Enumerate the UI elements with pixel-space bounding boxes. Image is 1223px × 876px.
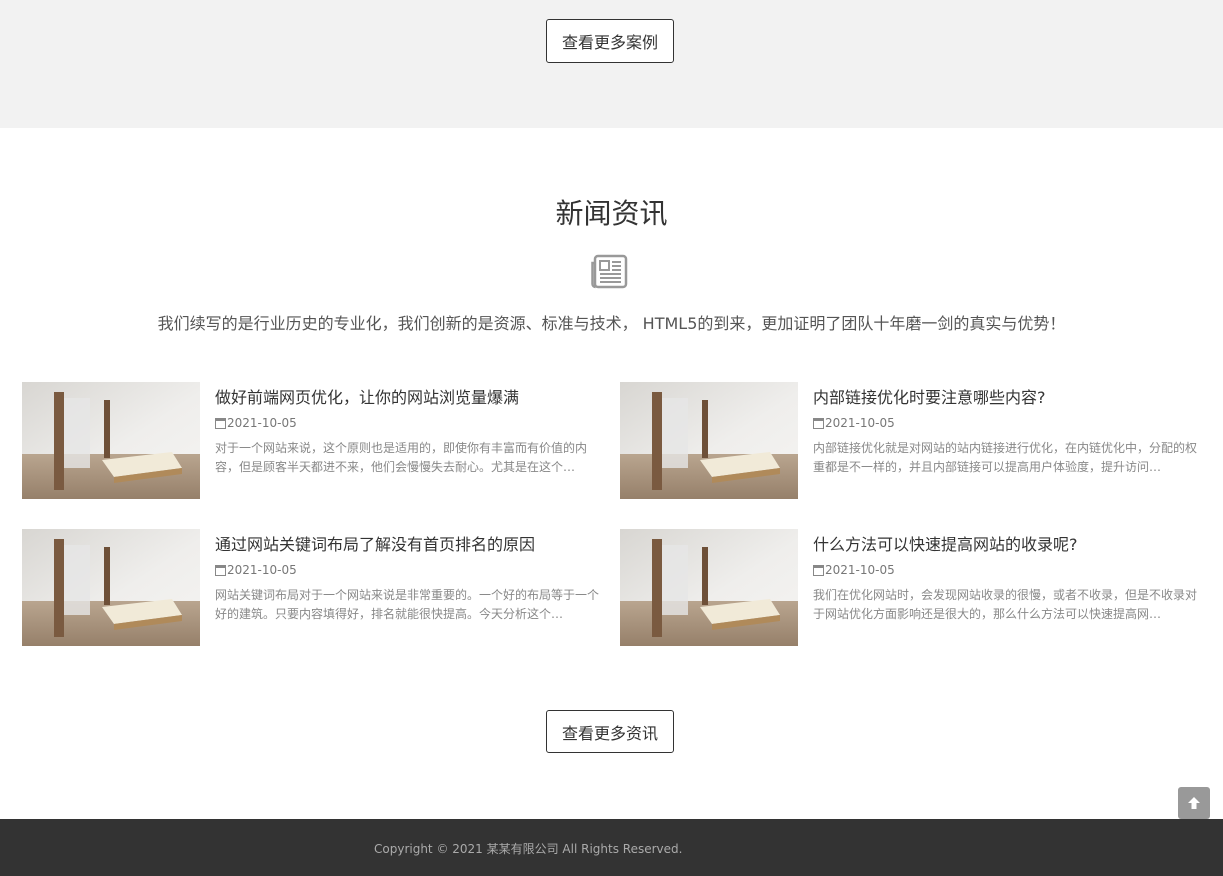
news-item-date: 2021-10-05 bbox=[215, 563, 297, 577]
news-item-title[interactable]: 做好前端网页优化，让你的网站浏览量爆满 bbox=[215, 384, 605, 408]
news-item-date: 2021-10-05 bbox=[813, 563, 895, 577]
news-section-title: 新闻资讯 bbox=[555, 197, 668, 230]
newspaper-icon bbox=[591, 254, 628, 289]
news-item[interactable]: 通过网站关键词布局了解没有首页排名的原因 2021-10-05 网站关键词布局对… bbox=[22, 529, 612, 647]
cases-section: 查看更多案例 bbox=[0, 0, 1223, 128]
calendar-icon bbox=[215, 564, 226, 576]
calendar-icon bbox=[813, 564, 824, 576]
scroll-to-top-button[interactable] bbox=[1178, 787, 1210, 819]
more-cases-button[interactable]: 查看更多案例 bbox=[546, 19, 674, 63]
news-thumbnail[interactable] bbox=[620, 382, 798, 499]
news-item[interactable]: 做好前端网页优化，让你的网站浏览量爆满 2021-10-05 对于一个网站来说，… bbox=[22, 382, 612, 500]
news-item[interactable]: 内部链接优化时要注意哪些内容? 2021-10-05 内部链接优化就是对网站的站… bbox=[620, 382, 1210, 500]
news-item[interactable]: 什么方法可以快速提高网站的收录呢? 2021-10-05 我们在优化网站时，会发… bbox=[620, 529, 1210, 647]
news-item-date: 2021-10-05 bbox=[215, 416, 297, 430]
news-item-title[interactable]: 通过网站关键词布局了解没有首页排名的原因 bbox=[215, 531, 605, 555]
news-item-summary: 对于一个网站来说，这个原则也是适用的，即使你有丰富而有价值的内容，但是顾客半天都… bbox=[215, 441, 588, 474]
news-item-date: 2021-10-05 bbox=[813, 416, 895, 430]
news-item-summary: 网站关键词布局对于一个网站来说是非常重要的。一个好的布局等于一个好的建筑。只要内… bbox=[215, 588, 600, 621]
news-thumbnail[interactable] bbox=[22, 382, 200, 499]
arrow-up-icon bbox=[1188, 797, 1200, 809]
copyright-text: Copyright © 2021 某某有限公司 All Rights Reser… bbox=[374, 842, 683, 856]
calendar-icon bbox=[215, 417, 226, 429]
calendar-icon bbox=[813, 417, 824, 429]
news-thumbnail[interactable] bbox=[620, 529, 798, 646]
news-item-summary: 内部链接优化就是对网站的站内链接进行优化，在内链优化中，分配的权重都是不一样的，… bbox=[813, 441, 1198, 474]
news-item-title[interactable]: 内部链接优化时要注意哪些内容? bbox=[813, 384, 1203, 408]
more-news-button[interactable]: 查看更多资讯 bbox=[546, 710, 674, 753]
news-item-title[interactable]: 什么方法可以快速提高网站的收录呢? bbox=[813, 531, 1203, 555]
news-section-subtitle: 我们续写的是行业历史的专业化，我们创新的是资源、标准与技术， HTML5的到来，… bbox=[157, 314, 1066, 333]
footer: Copyright © 2021 某某有限公司 All Rights Reser… bbox=[0, 819, 1223, 876]
news-thumbnail[interactable] bbox=[22, 529, 200, 646]
news-item-summary: 我们在优化网站时，会发现网站收录的很慢，或者不收录，但是不收录对于网站优化方面影… bbox=[813, 588, 1198, 621]
